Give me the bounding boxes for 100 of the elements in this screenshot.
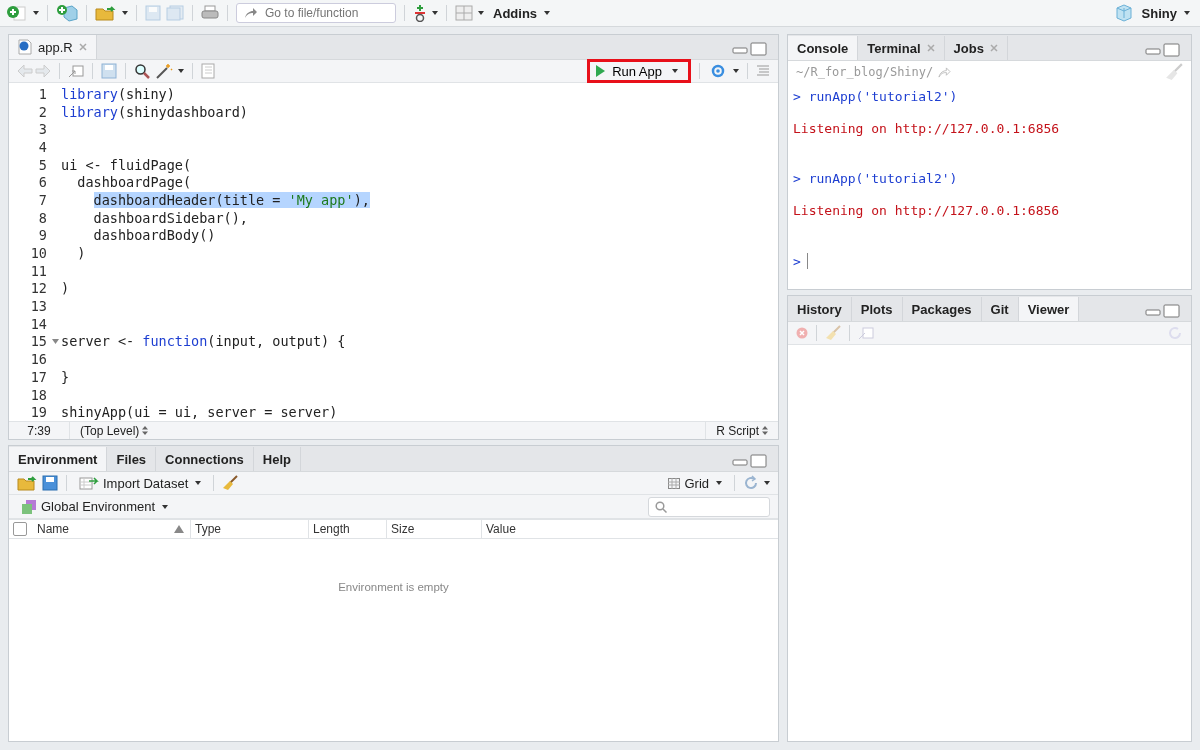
line-number: 8 bbox=[37, 209, 47, 226]
grid-icon bbox=[668, 477, 681, 489]
code-line: dashboardHeader(title = 'My app'), bbox=[92, 191, 370, 208]
play-icon bbox=[596, 65, 606, 77]
git-icon[interactable] bbox=[413, 4, 427, 22]
console-line: > runApp('tutorial2') bbox=[793, 171, 958, 186]
folder-icon[interactable] bbox=[95, 5, 117, 21]
arrow-icon bbox=[244, 7, 258, 19]
cursor-position: 7:39 bbox=[9, 422, 70, 439]
save-all-icon[interactable] bbox=[166, 5, 184, 21]
line-number: 14 bbox=[29, 315, 47, 332]
new-project-icon[interactable] bbox=[56, 4, 78, 22]
column-header[interactable]: Length bbox=[309, 520, 387, 538]
empty-message: Environment is empty bbox=[338, 581, 449, 593]
pane-tab[interactable]: Viewer bbox=[1018, 297, 1080, 321]
table-arrow-icon bbox=[79, 476, 99, 490]
broom-icon[interactable] bbox=[222, 475, 239, 491]
code-line: library(shinydashboard) bbox=[61, 103, 248, 120]
minimize-icon[interactable] bbox=[732, 42, 768, 56]
file-type-selector[interactable]: R Script bbox=[705, 422, 778, 439]
file-tab[interactable]: app.R bbox=[9, 35, 97, 59]
code-line: } bbox=[61, 368, 70, 385]
code-line: ui <- fluidPage( bbox=[61, 156, 192, 173]
up-down-icon bbox=[762, 426, 768, 436]
arrow-icon[interactable] bbox=[938, 66, 952, 78]
back-forward-icon[interactable] bbox=[17, 64, 51, 78]
working-directory: ~/R_for_blog/Shiny/ bbox=[796, 65, 934, 79]
caret-icon[interactable] bbox=[432, 11, 438, 15]
console-line: Listening on http://127.0.0.1:6856 bbox=[793, 203, 1060, 218]
refresh-icon[interactable] bbox=[1167, 325, 1183, 341]
caret-icon[interactable] bbox=[764, 481, 770, 485]
minimize-icon[interactable] bbox=[732, 453, 768, 468]
caret-icon[interactable] bbox=[733, 69, 739, 73]
line-number: 9 bbox=[37, 227, 47, 244]
outline-icon[interactable] bbox=[756, 65, 770, 77]
code-line: dashboardBody() bbox=[92, 227, 216, 244]
close-icon[interactable] bbox=[989, 44, 998, 52]
line-number: 10 bbox=[29, 245, 47, 262]
line-number: 2 bbox=[37, 103, 47, 120]
print-icon[interactable] bbox=[201, 5, 219, 21]
column-header[interactable]: Type bbox=[191, 520, 309, 538]
column-header[interactable]: Value bbox=[482, 520, 778, 538]
save-icon[interactable] bbox=[101, 63, 117, 79]
clear-icon[interactable] bbox=[796, 327, 808, 339]
search-icon[interactable] bbox=[134, 63, 150, 79]
line-number: 18 bbox=[29, 386, 47, 403]
minimize-icon[interactable] bbox=[1145, 42, 1181, 57]
project-cube-icon bbox=[1114, 4, 1133, 22]
pane-tab[interactable]: Console bbox=[788, 36, 859, 60]
popout-icon[interactable] bbox=[858, 326, 874, 340]
tab-label: Jobs bbox=[953, 40, 984, 56]
environment-scope-menu[interactable]: Global Environment bbox=[17, 498, 173, 515]
popout-icon[interactable] bbox=[68, 64, 84, 78]
code-line: shinyApp(ui = ui, server = server) bbox=[61, 404, 338, 421]
select-all-checkbox[interactable] bbox=[13, 522, 27, 536]
fold-arrow-icon[interactable] bbox=[51, 338, 59, 344]
go-to-file-field[interactable]: Go to file/function bbox=[236, 3, 396, 23]
pane-tab[interactable]: Environment bbox=[9, 447, 108, 471]
line-number: 5 bbox=[37, 156, 47, 173]
code-line: dashboardPage( bbox=[76, 174, 192, 191]
run-app-button[interactable]: Run App bbox=[587, 59, 691, 83]
line-number: 13 bbox=[29, 298, 47, 315]
tab-label: Terminal bbox=[867, 40, 921, 56]
close-icon[interactable] bbox=[926, 44, 935, 52]
grid-layout-icon[interactable] bbox=[455, 5, 473, 21]
close-icon[interactable] bbox=[78, 43, 87, 51]
up-down-icon bbox=[142, 426, 149, 436]
column-header[interactable]: Size bbox=[387, 520, 482, 538]
code-line: library(shiny) bbox=[61, 85, 175, 102]
import-dataset-button[interactable]: Import Dataset bbox=[75, 475, 206, 491]
addins-menu[interactable]: Addins bbox=[489, 5, 555, 21]
line-number: 6 bbox=[37, 174, 47, 191]
line-number: 12 bbox=[29, 280, 47, 297]
minimize-icon[interactable] bbox=[1145, 303, 1181, 318]
search-field[interactable] bbox=[648, 496, 770, 517]
folder-icon[interactable] bbox=[17, 475, 37, 491]
refresh-icon[interactable] bbox=[743, 475, 759, 491]
text-cursor bbox=[806, 253, 808, 269]
column-header[interactable]: Name bbox=[33, 520, 191, 538]
caret-icon[interactable] bbox=[478, 11, 484, 15]
notebook-icon[interactable] bbox=[201, 63, 215, 79]
console-line: Listening on http://127.0.0.1:6856 bbox=[793, 121, 1060, 136]
console-line: > bbox=[793, 253, 801, 269]
grid-view-button[interactable]: Grid bbox=[664, 475, 726, 491]
new-file-icon[interactable] bbox=[6, 5, 28, 21]
magic-wand-icon[interactable] bbox=[155, 63, 173, 79]
caret-icon[interactable] bbox=[122, 11, 128, 15]
code-line: dashboardSidebar(), bbox=[92, 209, 248, 226]
tab-label: app.R bbox=[38, 39, 73, 55]
line-number: 7 bbox=[37, 191, 47, 208]
line-number: 15 bbox=[29, 333, 47, 350]
code-line: server <- function(input, output) { bbox=[61, 333, 346, 350]
save-icon[interactable] bbox=[42, 475, 58, 491]
caret-icon[interactable] bbox=[178, 69, 184, 73]
project-menu[interactable]: Shiny bbox=[1137, 5, 1194, 21]
caret-icon[interactable] bbox=[33, 11, 39, 15]
scope-selector[interactable]: (Top Level) bbox=[70, 422, 159, 439]
line-number: 4 bbox=[37, 138, 47, 155]
line-number: 11 bbox=[29, 262, 47, 279]
code-line: ) bbox=[61, 280, 70, 297]
